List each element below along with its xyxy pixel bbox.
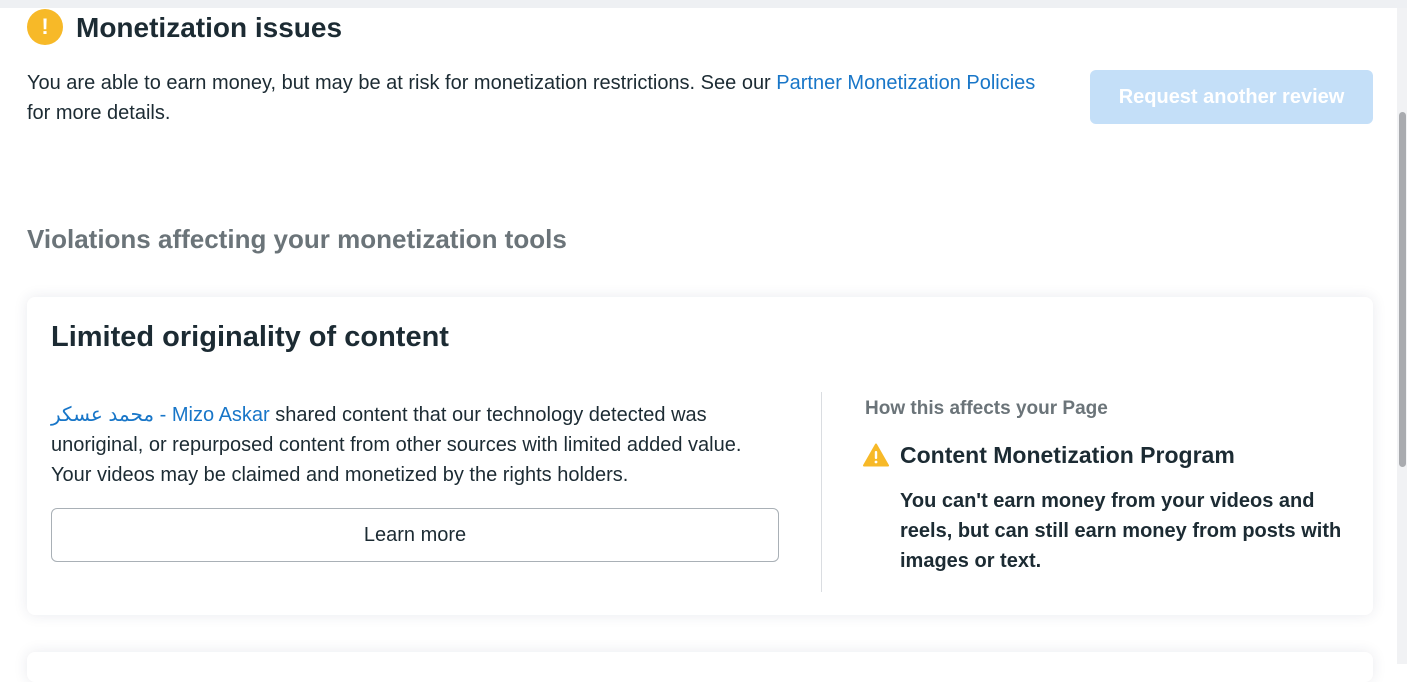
affects-label: How this affects your Page: [865, 398, 1108, 419]
learn-more-button[interactable]: Learn more: [51, 508, 779, 562]
request-another-review-button[interactable]: Request another review: [1090, 70, 1373, 124]
violations-heading: Violations affecting your monetization t…: [27, 224, 567, 254]
violation-title: Limited originality of content: [51, 321, 449, 353]
warning-triangle-icon: [863, 443, 889, 467]
violation-card: Limited originality of content محمد عسكر…: [27, 297, 1373, 615]
program-description: You can't earn money from your videos an…: [900, 490, 1342, 572]
scrollbar-thumb[interactable]: [1399, 112, 1406, 467]
top-strip: [0, 0, 1407, 8]
intro-text-start: You are able to earn money, but may be a…: [27, 72, 777, 94]
column-divider: [821, 392, 822, 592]
page-title: Monetization issues: [76, 12, 343, 43]
violation-description: محمد عسكر - Mizo Askar shared content th…: [51, 400, 751, 490]
intro-text: You are able to earn money, but may be a…: [27, 68, 1037, 128]
intro-text-end: for more details.: [27, 102, 171, 124]
program-title: Content Monetization Program: [900, 442, 1235, 468]
exclamation-circle-icon: !: [27, 9, 63, 45]
page-name-link[interactable]: محمد عسكر - Mizo Askar: [51, 404, 270, 426]
next-card: [27, 652, 1373, 682]
partner-monetization-policies-link[interactable]: Partner Monetization Policies: [776, 72, 1035, 94]
